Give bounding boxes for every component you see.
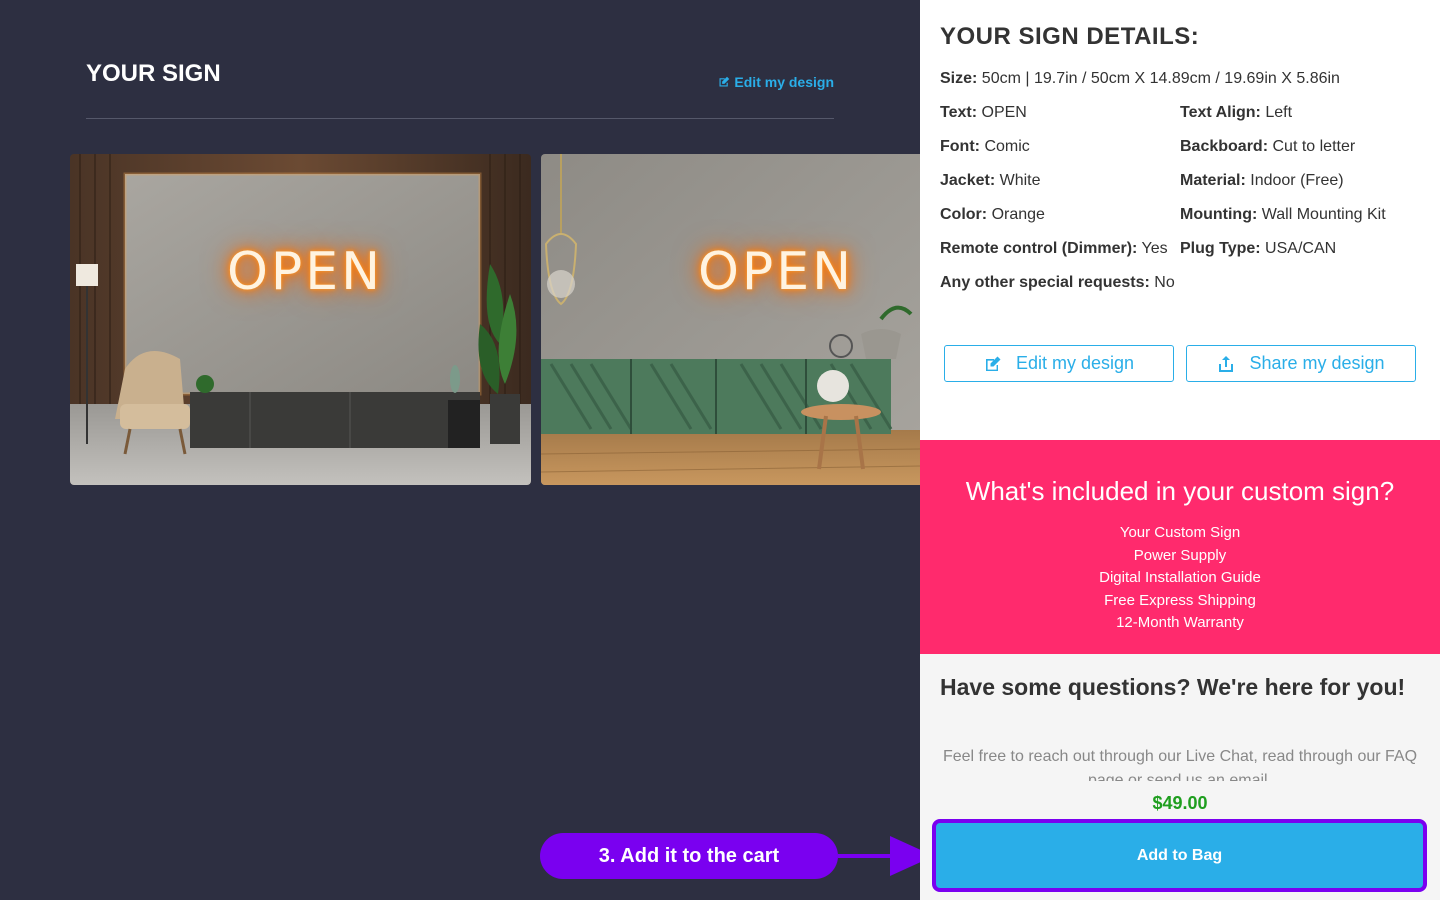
add-to-bag-button[interactable]: Add to Bag [932,819,1427,892]
room-scene-2 [541,154,920,485]
preview-image-2[interactable]: OPEN [541,154,920,485]
list-item: 12-Month Warranty [1116,614,1244,631]
edit-icon [719,76,730,87]
details-panel: YOUR SIGN DETAILS: Size: 50cm | 19.7in /… [920,0,1440,900]
edit-design-button-label: Edit my design [1015,353,1135,373]
divider [86,118,834,119]
step-callout: 3. Add it to the cart [540,833,838,879]
share-design-button-label: Share my design [1249,353,1385,373]
detail-remote: Remote control (Dimmer): Yes [940,240,1168,257]
details-title: YOUR SIGN DETAILS: [940,23,1200,50]
detail-material: Material: Indoor (Free) [1180,172,1344,189]
edit-design-link-label: Edit my design [734,74,834,90]
neon-preview-text-2: OPEN [698,242,855,302]
neon-preview-text-1: OPEN [227,242,384,302]
edit-icon [985,356,1001,371]
list-item: Free Express Shipping [1104,591,1256,609]
faq-title: Have some questions? We're here for you! [940,674,1406,700]
detail-size: Size: 50cm | 19.7in / 50cm X 14.89cm / 1… [940,70,1340,87]
detail-text-align: Text Align: Left [1180,104,1293,121]
detail-color: Color: Orange [940,206,1045,223]
sign-title: YOUR SIGN [86,60,221,87]
list-item: Digital Installation Guide [1099,569,1261,586]
sign-preview-area: YOUR SIGN Edit my design OPEN OPEN 3. Ad… [0,0,934,900]
detail-plug-type: Plug Type: USA/CAN [1180,240,1337,257]
detail-mounting: Mounting: Wall Mounting Kit [1180,206,1386,223]
faq-text: Feel free to reach out through our Live … [942,748,1418,781]
detail-jacket: Jacket: White [940,172,1041,189]
list-item: Power Supply [1133,546,1227,564]
included-title: What's included in your custom sign? [965,476,1395,506]
preview-image-1[interactable]: OPEN [70,154,531,485]
included-section: What's included in your custom sign? You… [920,440,1440,654]
edit-design-button[interactable]: Edit my design [944,345,1174,382]
detail-font: Font: Comic [940,138,1030,155]
detail-text: Text: OPEN [940,104,1027,121]
detail-special-requests: Any other special requests: No [940,274,1175,291]
room-scene-1 [70,154,531,485]
edit-design-link[interactable]: Edit my design [718,74,834,90]
share-design-button[interactable]: Share my design [1186,345,1416,382]
included-list: Your Custom Sign Power Supply Digital In… [920,522,1440,635]
share-icon [1219,355,1234,372]
detail-backboard: Backboard: Cut to letter [1180,138,1356,155]
price: $49.00 [1152,793,1208,813]
list-item: Your Custom Sign [1119,524,1241,541]
